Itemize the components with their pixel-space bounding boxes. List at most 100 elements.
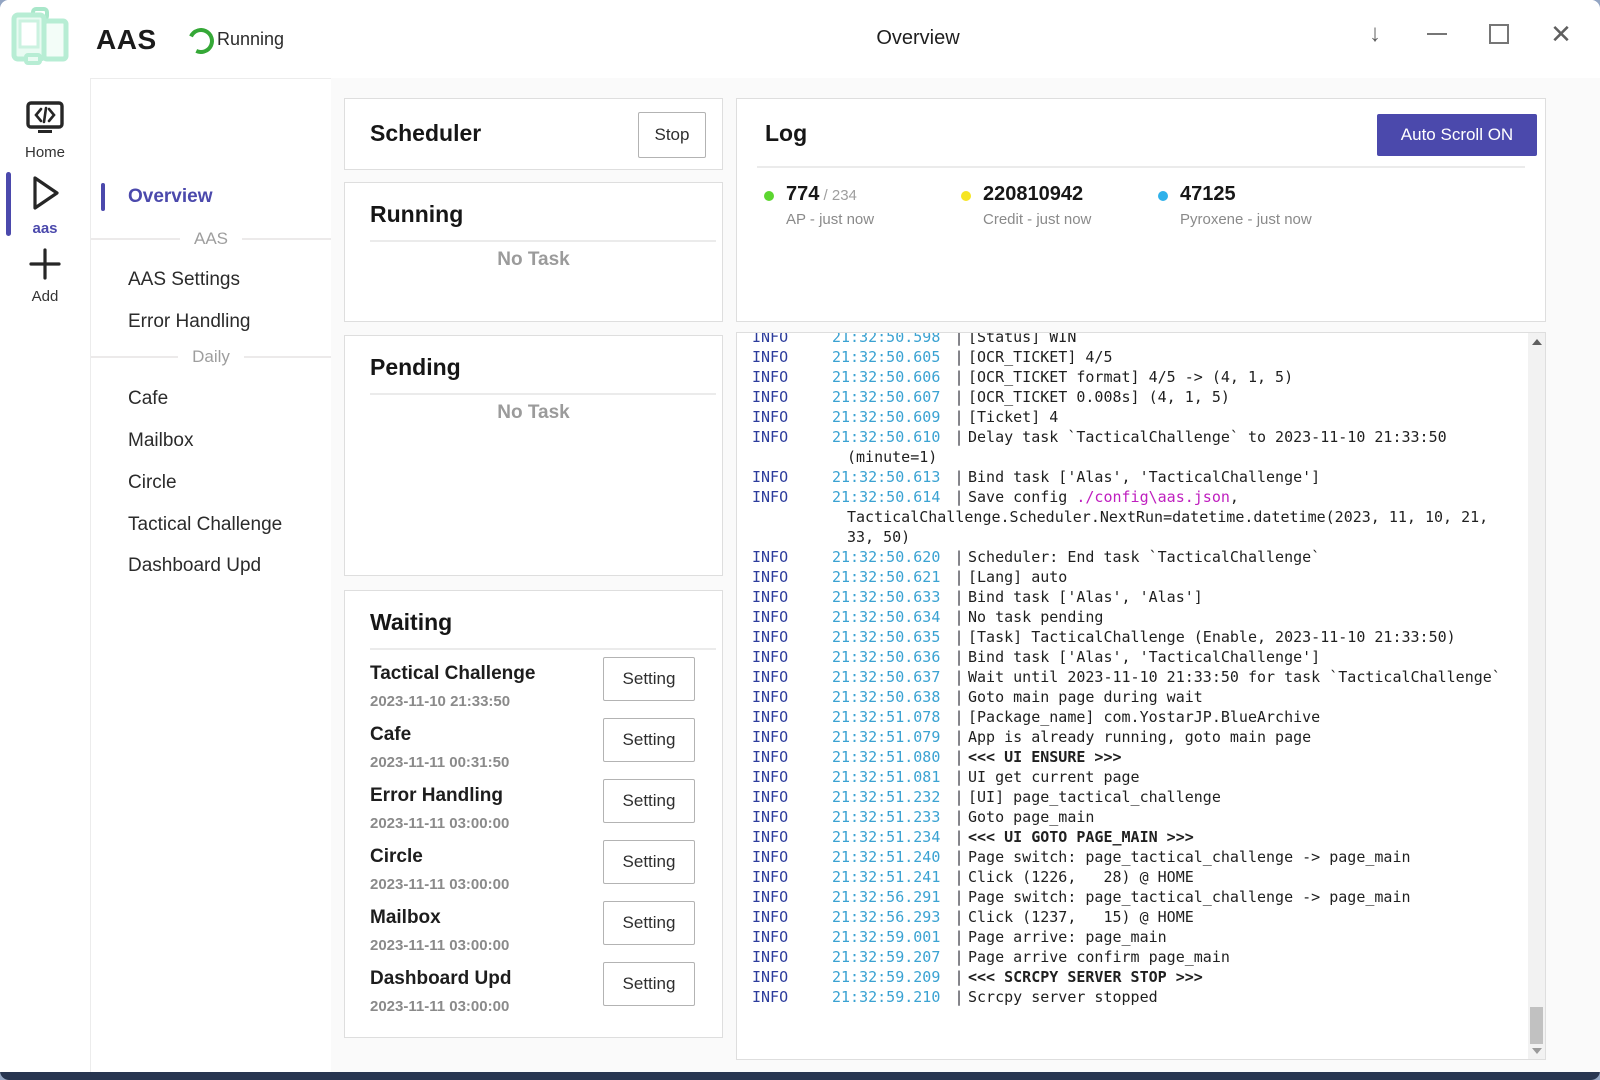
sidebar-item-tactical-challenge[interactable]: Tactical Challenge — [91, 510, 331, 540]
log-line: INFO21:32:59.209|<<< SCRCPY SERVER STOP … — [752, 967, 1545, 987]
log-message: Scrcpy server stopped — [968, 987, 1545, 1007]
log-timestamp: 21:32:51.081 — [832, 767, 950, 787]
sidebar-item-cafe[interactable]: Cafe — [91, 384, 331, 414]
log-line: INFO21:32:51.078|[Package_name] com.Yost… — [752, 707, 1545, 727]
scrollbar-thumb[interactable] — [1530, 1007, 1543, 1044]
log-level: INFO — [752, 867, 832, 887]
log-level: INFO — [752, 807, 832, 827]
log-timestamp: 21:32:50.610 — [832, 427, 950, 447]
log-line: INFO21:32:50.633|Bind task ['Alas', 'Ala… — [752, 587, 1545, 607]
waiting-task-circle: Circle2023-11-11 03:00:00Setting — [370, 840, 706, 901]
log-separator: | — [950, 727, 968, 747]
log-timestamp: 21:32:50.638 — [832, 687, 950, 707]
stat-dot-icon — [961, 191, 971, 201]
running-card: Running No Task — [344, 182, 723, 322]
log-message: Click (1237, 15) @ HOME — [968, 907, 1545, 927]
log-timestamp: 21:32:50.621 — [832, 567, 950, 587]
log-message: Bind task ['Alas', 'TacticalChallenge'] — [968, 647, 1545, 667]
log-line: INFO21:32:51.079|App is already running,… — [752, 727, 1545, 747]
sidebar-item-mailbox[interactable]: Mailbox — [91, 426, 331, 456]
sidebar-item-overview[interactable]: Overview — [91, 182, 331, 212]
log-title: Log — [765, 120, 807, 147]
log-message: Wait until 2023-11-10 21:33:50 for task … — [968, 667, 1545, 687]
stat-dot-icon — [1158, 191, 1168, 201]
log-line: INFO21:32:51.080|<<< UI ENSURE >>> — [752, 747, 1545, 767]
log-level: INFO — [752, 427, 832, 447]
log-scrollbar[interactable] — [1528, 333, 1545, 1059]
sidebar-item-dashboard-upd[interactable]: Dashboard Upd — [91, 551, 331, 581]
log-timestamp: 21:32:59.210 — [832, 987, 950, 1007]
task-name: Tactical Challenge — [370, 663, 535, 685]
stat-value: 220810942 — [983, 183, 1083, 206]
pending-empty-text: No Task — [345, 402, 722, 424]
setting-button[interactable]: Setting — [603, 718, 695, 762]
log-separator: | — [950, 467, 968, 487]
log-separator: | — [950, 767, 968, 787]
log-separator: | — [950, 827, 968, 847]
divider — [370, 393, 716, 395]
log-lines: INFO21:32:50.598|[Status] WININFO21:32:5… — [737, 332, 1545, 1007]
log-level: INFO — [752, 467, 832, 487]
main-area: Scheduler Stop Running No Task Pending N… — [331, 78, 1600, 1072]
log-line: INFO21:32:59.207|Page arrive confirm pag… — [752, 947, 1545, 967]
stop-button[interactable]: Stop — [638, 112, 706, 158]
log-line: INFO21:32:50.610|Delay task `TacticalCha… — [752, 427, 1545, 447]
setting-button[interactable]: Setting — [603, 901, 695, 945]
stat-dot-icon — [764, 191, 774, 201]
scheduler-title: Scheduler — [370, 120, 481, 147]
waiting-task-tactical-challenge: Tactical Challenge2023-11-10 21:33:50Set… — [370, 657, 706, 718]
waiting-card: Waiting Tactical Challenge2023-11-10 21:… — [344, 590, 723, 1038]
stat-value: 774 / 234 — [786, 183, 857, 206]
log-level: INFO — [752, 707, 832, 727]
rail-item-aas[interactable]: aas — [0, 172, 90, 237]
log-separator: | — [950, 947, 968, 967]
close-button[interactable]: ✕ — [1546, 17, 1576, 51]
pending-title: Pending — [370, 354, 461, 381]
setting-button[interactable]: Setting — [603, 962, 695, 1006]
scroll-down-button[interactable] — [1528, 1042, 1545, 1059]
log-message: [OCR_TICKET 0.008s] (4, 1, 5) — [968, 387, 1545, 407]
log-separator: | — [950, 787, 968, 807]
log-level: INFO — [752, 487, 832, 507]
rail-active-indicator — [6, 172, 11, 236]
page-title: Overview — [876, 27, 959, 50]
log-timestamp: 21:32:51.078 — [832, 707, 950, 727]
sidebar-item-aas-settings[interactable]: AAS Settings — [91, 265, 331, 295]
minimize-button[interactable] — [1422, 17, 1452, 51]
sidebar-item-circle[interactable]: Circle — [91, 468, 331, 498]
log-separator: | — [950, 332, 968, 347]
waiting-task-dashboard-upd: Dashboard Upd2023-11-11 03:00:00Setting — [370, 962, 706, 1023]
log-separator: | — [950, 607, 968, 627]
log-separator: | — [950, 807, 968, 827]
log-level: INFO — [752, 387, 832, 407]
setting-button[interactable]: Setting — [603, 840, 695, 884]
log-line: INFO21:32:50.607|[OCR_TICKET 0.008s] (4,… — [752, 387, 1545, 407]
log-message: [OCR_TICKET format] 4/5 -> (4, 1, 5) — [968, 367, 1545, 387]
log-line: INFO21:32:50.635|[Task] TacticalChalleng… — [752, 627, 1545, 647]
sidebar-item-error-handling[interactable]: Error Handling — [91, 307, 331, 337]
log-message: Bind task ['Alas', 'Alas'] — [968, 587, 1545, 607]
log-timestamp: 21:32:51.241 — [832, 867, 950, 887]
log-message: [Ticket] 4 — [968, 407, 1545, 427]
nav-group-divider-daily: Daily — [91, 347, 331, 367]
rail-item-add[interactable]: Add — [0, 246, 90, 305]
log-level: INFO — [752, 407, 832, 427]
waiting-task-error-handling: Error Handling2023-11-11 03:00:00Setting — [370, 779, 706, 840]
log-separator: | — [950, 687, 968, 707]
log-timestamp: 21:32:56.291 — [832, 887, 950, 907]
download-update-button[interactable]: ↓ — [1360, 17, 1390, 51]
divider-line — [91, 356, 178, 358]
setting-button[interactable]: Setting — [603, 657, 695, 701]
log-separator: | — [950, 967, 968, 987]
setting-button[interactable]: Setting — [603, 779, 695, 823]
log-line-continuation: 33, 50) — [752, 527, 1545, 547]
rail-item-home[interactable]: Home — [0, 100, 90, 161]
auto-scroll-toggle-button[interactable]: Auto Scroll ON — [1377, 114, 1537, 156]
log-message: UI get current page — [968, 767, 1545, 787]
maximize-button[interactable] — [1484, 17, 1514, 51]
log-timestamp: 21:32:51.079 — [832, 727, 950, 747]
log-message: Page arrive: page_main — [968, 927, 1545, 947]
window-controls: ↓ ✕ — [1360, 14, 1576, 54]
scroll-up-button[interactable] — [1528, 333, 1545, 350]
log-output[interactable]: INFO21:32:50.598|[Status] WININFO21:32:5… — [736, 332, 1546, 1060]
